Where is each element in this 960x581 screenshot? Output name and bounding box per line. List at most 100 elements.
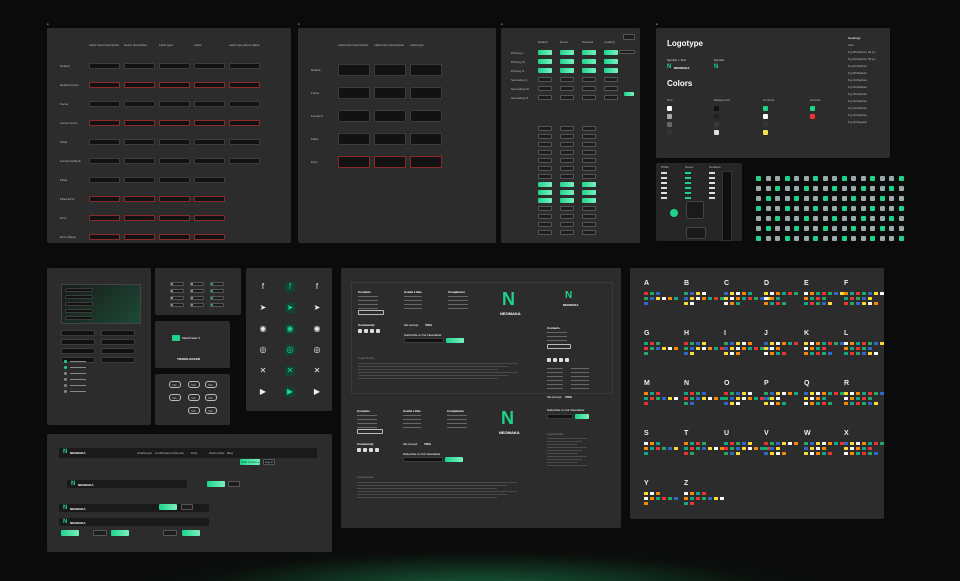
footer-link[interactable] bbox=[571, 380, 589, 381]
social-icon[interactable] bbox=[369, 448, 373, 452]
country-flag-icon[interactable] bbox=[844, 297, 848, 300]
country-flag-icon[interactable] bbox=[856, 452, 860, 455]
country-flag-icon[interactable] bbox=[730, 402, 734, 405]
sample-button[interactable] bbox=[582, 150, 596, 155]
sample-button[interactable] bbox=[538, 142, 552, 147]
login-button[interactable] bbox=[181, 504, 193, 510]
country-flag-icon[interactable] bbox=[702, 347, 706, 350]
select-field[interactable] bbox=[101, 339, 135, 345]
country-flag-icon[interactable] bbox=[702, 447, 706, 450]
country-flag-icon[interactable] bbox=[844, 397, 848, 400]
footer-link[interactable] bbox=[547, 388, 563, 389]
country-flag-icon[interactable] bbox=[656, 442, 660, 445]
country-flag-icon[interactable] bbox=[696, 397, 700, 400]
country-flag-icon[interactable] bbox=[764, 397, 768, 400]
country-flag-icon[interactable] bbox=[856, 447, 860, 450]
country-flag-icon[interactable] bbox=[782, 452, 786, 455]
dropdown-option[interactable] bbox=[65, 288, 93, 292]
country-flag-icon[interactable] bbox=[674, 447, 678, 450]
sample-button[interactable] bbox=[624, 92, 634, 96]
social-icon[interactable] bbox=[553, 358, 557, 362]
sample-button[interactable] bbox=[604, 50, 618, 55]
text-input[interactable] bbox=[194, 215, 225, 221]
country-flag-icon[interactable] bbox=[794, 392, 798, 395]
country-flag-icon[interactable] bbox=[764, 302, 768, 305]
footer-link[interactable] bbox=[404, 308, 422, 309]
select-field[interactable] bbox=[101, 357, 135, 363]
country-flag-icon[interactable] bbox=[724, 342, 728, 345]
country-flag-icon[interactable] bbox=[776, 302, 780, 305]
country-flag-icon[interactable] bbox=[810, 442, 814, 445]
sample-button[interactable] bbox=[560, 150, 574, 155]
radio-button[interactable] bbox=[64, 360, 67, 363]
footer-link[interactable] bbox=[358, 300, 378, 301]
country-flag-icon[interactable] bbox=[844, 442, 848, 445]
country-flag-icon[interactable] bbox=[804, 402, 808, 405]
footer-link[interactable] bbox=[447, 415, 467, 416]
country-flag-icon[interactable] bbox=[724, 447, 728, 450]
country-flag-icon[interactable] bbox=[856, 297, 860, 300]
country-flag-icon[interactable] bbox=[730, 447, 734, 450]
country-flag-icon[interactable] bbox=[662, 397, 666, 400]
country-flag-icon[interactable] bbox=[736, 442, 740, 445]
country-flag-icon[interactable] bbox=[708, 347, 712, 350]
sample-button[interactable] bbox=[538, 50, 552, 55]
text-input[interactable] bbox=[89, 234, 120, 240]
country-flag-icon[interactable] bbox=[668, 397, 672, 400]
country-flag-icon[interactable] bbox=[828, 402, 832, 405]
country-flag-icon[interactable] bbox=[862, 292, 866, 295]
text-input[interactable] bbox=[89, 158, 120, 164]
country-flag-icon[interactable] bbox=[804, 397, 808, 400]
sample-button[interactable] bbox=[538, 95, 552, 100]
country-flag-icon[interactable] bbox=[690, 342, 694, 345]
country-flag-icon[interactable] bbox=[862, 352, 866, 355]
country-flag-icon[interactable] bbox=[730, 342, 734, 345]
country-flag-icon[interactable] bbox=[816, 302, 820, 305]
social-icon[interactable] bbox=[559, 358, 563, 362]
country-flag-icon[interactable] bbox=[684, 492, 688, 495]
country-flag-icon[interactable] bbox=[810, 452, 814, 455]
country-flag-icon[interactable] bbox=[684, 442, 688, 445]
country-flag-icon[interactable] bbox=[868, 442, 872, 445]
country-flag-icon[interactable] bbox=[816, 442, 820, 445]
textarea[interactable] bbox=[338, 156, 370, 168]
country-flag-icon[interactable] bbox=[724, 292, 728, 295]
textarea[interactable] bbox=[338, 87, 370, 99]
country-flag-icon[interactable] bbox=[764, 352, 768, 355]
social-icon[interactable] bbox=[357, 448, 361, 452]
sample-button[interactable] bbox=[538, 126, 552, 131]
country-flag-icon[interactable] bbox=[708, 497, 712, 500]
country-flag-icon[interactable] bbox=[770, 347, 774, 350]
country-flag-icon[interactable] bbox=[770, 402, 774, 405]
footer-link[interactable] bbox=[448, 300, 468, 301]
text-input[interactable] bbox=[229, 120, 260, 126]
country-flag-icon[interactable] bbox=[748, 297, 752, 300]
country-flag-icon[interactable] bbox=[862, 392, 866, 395]
start-challenge-button[interactable] bbox=[207, 481, 225, 487]
sample-button[interactable] bbox=[582, 198, 596, 203]
country-flag-icon[interactable] bbox=[828, 442, 832, 445]
country-flag-icon[interactable] bbox=[810, 302, 814, 305]
sample-button[interactable] bbox=[582, 190, 596, 195]
country-flag-icon[interactable] bbox=[724, 442, 728, 445]
sample-button[interactable] bbox=[582, 230, 596, 235]
sample-button[interactable] bbox=[582, 182, 596, 187]
country-flag-icon[interactable] bbox=[862, 402, 866, 405]
navbar-link[interactable]: Blog bbox=[227, 451, 233, 455]
text-input[interactable] bbox=[159, 158, 190, 164]
country-flag-icon[interactable] bbox=[650, 342, 654, 345]
country-flag-icon[interactable] bbox=[690, 492, 694, 495]
country-flag-icon[interactable] bbox=[844, 342, 848, 345]
sample-button[interactable] bbox=[582, 126, 596, 131]
country-flag-icon[interactable] bbox=[702, 392, 706, 395]
country-flag-icon[interactable] bbox=[764, 402, 768, 405]
text-input[interactable] bbox=[89, 101, 120, 107]
country-flag-icon[interactable] bbox=[736, 392, 740, 395]
country-flag-icon[interactable] bbox=[788, 442, 792, 445]
country-flag-icon[interactable] bbox=[776, 392, 780, 395]
text-input[interactable] bbox=[89, 196, 120, 202]
sample-button[interactable] bbox=[538, 174, 552, 179]
sample-button[interactable] bbox=[538, 182, 552, 187]
country-flag-icon[interactable] bbox=[776, 397, 780, 400]
country-flag-icon[interactable] bbox=[724, 347, 728, 350]
